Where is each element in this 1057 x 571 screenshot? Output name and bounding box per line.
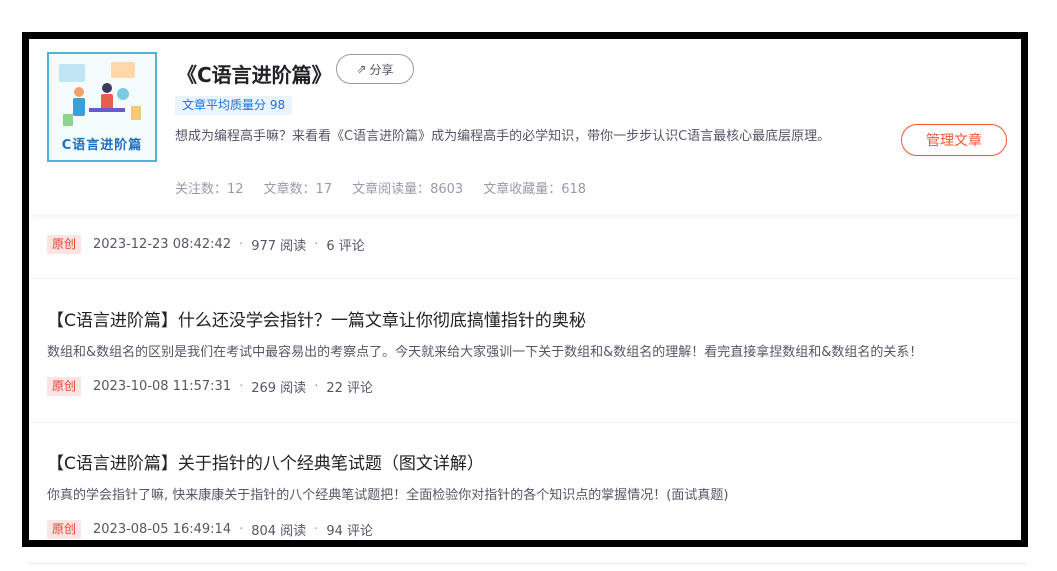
separator-dot: · bbox=[239, 522, 244, 537]
article-divider bbox=[29, 278, 1021, 279]
column-description: 想成为编程高手嘛？来看看《C语言进阶篇》成为编程高手的必学知识，带你一步步认识C… bbox=[175, 129, 831, 144]
article-description: 你真的学会指针了嘛, 快来康康关于指针的八个经典笔试题把！全面检验你对指针的各个… bbox=[47, 488, 729, 503]
separator-dot: · bbox=[314, 237, 319, 252]
article-meta: 原创 2023-12-23 08:42:42 · 977 阅读 · 6 评论 bbox=[47, 235, 365, 254]
separator-dot: · bbox=[314, 379, 319, 394]
article-comments[interactable]: 94 评论 bbox=[326, 520, 373, 539]
article-description: 数组和&数组名的区别是我们在考试中最容易出的考察点了。今天就来给大家强训一下关于… bbox=[47, 345, 923, 360]
article-title[interactable]: 【C语言进阶篇】关于指针的八个经典笔试题（图文详解） bbox=[47, 449, 484, 474]
share-button[interactable]: ⇗ 分享 bbox=[336, 54, 414, 84]
column-page: C语言进阶篇 《C语言进阶篇》 ⇗ 分享 文章平均质量分 98 想成为编程高手嘛… bbox=[29, 39, 1021, 540]
column-stats: 关注数：12 文章数：17 文章阅读量：8603 文章收藏量：618 bbox=[175, 178, 586, 197]
article-title[interactable]: 【C语言进阶篇】什么还没学会指针？一篇文章让你彻底搞懂指针的奥秘 bbox=[47, 306, 586, 331]
article-reads: 804 阅读 bbox=[251, 524, 307, 539]
article-reads: 977 阅读 bbox=[251, 239, 307, 254]
column-cover-image[interactable]: C语言进阶篇 bbox=[47, 52, 157, 162]
article-comments[interactable]: 22 评论 bbox=[326, 377, 373, 396]
original-tag: 原创 bbox=[47, 377, 82, 396]
article-date: 2023-10-08 11:57:31 bbox=[93, 379, 232, 394]
article-date: 2023-12-23 08:42:42 bbox=[93, 237, 232, 252]
reads-count: 文章阅读量：8603 bbox=[352, 182, 464, 197]
separator-dot: · bbox=[239, 237, 244, 252]
column-title: 《C语言进阶篇》 bbox=[177, 63, 332, 87]
page-bottom-divider bbox=[28, 563, 1026, 564]
manage-articles-button[interactable]: 管理文章 bbox=[901, 124, 1007, 156]
original-tag: 原创 bbox=[47, 520, 82, 539]
separator-dot: · bbox=[239, 379, 244, 394]
articles-count: 文章数：17 bbox=[263, 182, 333, 197]
quality-score-badge: 文章平均质量分 98 bbox=[175, 96, 293, 115]
followers-count: 关注数：12 bbox=[175, 182, 244, 197]
article-meta: 原创 2023-10-08 11:57:31 · 269 阅读 · 22 评论 bbox=[47, 377, 373, 396]
cover-title-text: C语言进阶篇 bbox=[61, 138, 143, 153]
article-reads: 269 阅读 bbox=[251, 381, 307, 396]
original-tag: 原创 bbox=[47, 235, 82, 254]
article-date: 2023-08-05 16:49:14 bbox=[93, 522, 232, 537]
article-divider bbox=[29, 422, 1021, 423]
article-comments[interactable]: 6 评论 bbox=[326, 235, 364, 254]
separator-dot: · bbox=[314, 522, 319, 537]
article-meta: 原创 2023-08-05 16:49:14 · 804 阅读 · 94 评论 bbox=[47, 520, 373, 539]
favorites-count: 文章收藏量：618 bbox=[483, 182, 587, 197]
share-label: 分享 bbox=[369, 62, 394, 77]
column-header: C语言进阶篇 《C语言进阶篇》 ⇗ 分享 文章平均质量分 98 想成为编程高手嘛… bbox=[29, 39, 1021, 214]
share-icon: ⇗ bbox=[356, 62, 367, 76]
